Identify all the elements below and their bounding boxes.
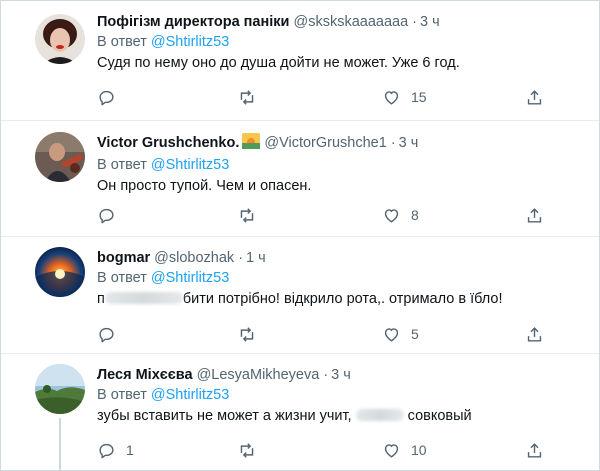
avatar[interactable]	[35, 364, 85, 414]
mention-link[interactable]: @Shtirlitz53	[151, 387, 229, 403]
reply-icon	[97, 441, 116, 460]
share-button[interactable]	[525, 440, 544, 460]
like-count: 8	[411, 207, 419, 223]
avatar[interactable]	[35, 132, 85, 182]
share-icon	[525, 206, 544, 225]
tweet-text: Судя по нему оно до душа дойти не может.…	[97, 55, 460, 71]
author-name[interactable]: bogmar	[97, 250, 150, 266]
retweet-button[interactable]	[237, 324, 257, 344]
share-icon	[525, 88, 544, 107]
retweet-icon	[237, 325, 257, 344]
retweet-icon	[237, 88, 257, 107]
author-handle[interactable]: @skskskaaaaaaa	[293, 14, 408, 30]
mention-link[interactable]: @Shtirlitz53	[151, 34, 229, 50]
share-icon	[525, 325, 544, 344]
author-name[interactable]: Victor Grushchenko.	[97, 135, 239, 151]
retweet-icon	[237, 206, 257, 225]
share-icon	[525, 441, 544, 460]
like-count: 10	[411, 442, 427, 458]
tweet-actions: 8	[1, 205, 599, 225]
tweet-text-start: п	[97, 291, 105, 307]
sunset-emoji-icon	[242, 133, 261, 154]
avatar[interactable]	[35, 247, 85, 297]
tweet-replies-panel: Пофігізм директора паніки @skskskaaaaaaa ·…	[0, 0, 600, 471]
author-handle[interactable]: @LesyaMikheyeva	[197, 367, 320, 383]
redacted-blur	[355, 409, 404, 421]
reply-context: В ответ @Shtirlitz53	[97, 156, 579, 174]
reply-count: 1	[126, 442, 134, 458]
separator-dot: ·	[390, 135, 396, 151]
tweet-card[interactable]: Victor Grushchenko. @VictorGrushche1 · 3 ч …	[1, 121, 599, 237]
reply-prefix: В ответ	[97, 34, 147, 50]
tweet-text: зубы вставить не может а жизни учит, сов…	[97, 407, 579, 426]
share-button[interactable]	[525, 87, 544, 107]
mention-link[interactable]: @Shtirlitz53	[151, 157, 229, 173]
separator-dot: ·	[412, 14, 417, 30]
timestamp[interactable]: 3 ч	[331, 367, 351, 383]
tweet-actions: 5	[1, 324, 599, 344]
author-handle[interactable]: @VictorGrushche1	[264, 135, 386, 151]
tweet-text-rest: бити потрібно! відкрило рота,. отримало …	[182, 291, 503, 307]
like-count: 5	[411, 326, 419, 342]
share-button[interactable]	[525, 324, 544, 344]
tweet-text-rest: совковый	[407, 408, 472, 424]
reply-button[interactable]	[97, 324, 116, 344]
tweet-actions: 1 10	[1, 440, 599, 460]
reply-prefix: В ответ	[97, 387, 147, 403]
tweet-actions: 15	[1, 87, 599, 107]
reply-icon	[97, 206, 116, 225]
timestamp[interactable]: 3 ч	[399, 135, 419, 151]
reply-icon	[97, 88, 116, 107]
heart-icon	[382, 441, 401, 460]
author-handle[interactable]: @slobozhak	[154, 250, 234, 266]
share-button[interactable]	[525, 205, 544, 225]
tweet-card[interactable]: Пофігізм директора паніки @skskskaaaaaaa ·…	[1, 1, 599, 121]
timestamp[interactable]: 3 ч	[420, 14, 440, 30]
reply-button[interactable]: 1	[97, 440, 134, 460]
author-name[interactable]: Пофігізм директора паніки	[97, 14, 289, 30]
heart-icon	[382, 206, 401, 225]
reply-context: В ответ @Shtirlitz53	[97, 269, 579, 287]
like-button[interactable]: 15	[382, 87, 427, 107]
retweet-button[interactable]	[237, 205, 257, 225]
like-button[interactable]: 8	[382, 205, 419, 225]
separator-dot: ·	[323, 367, 329, 383]
tweet-text: п бити потрібно! відкрило рота,. отримало…	[97, 290, 579, 309]
reply-button[interactable]	[97, 87, 116, 107]
tweet-text-start: зубы вставить не может а жизни учит,	[97, 408, 352, 424]
like-button[interactable]: 5	[382, 324, 419, 344]
retweet-button[interactable]	[237, 87, 257, 107]
reply-context: В ответ @Shtirlitz53	[97, 33, 579, 51]
heart-icon	[382, 88, 401, 107]
retweet-button[interactable]	[237, 440, 257, 460]
reply-button[interactable]	[97, 205, 116, 225]
tweet-card[interactable]: Леся Міхєєва @LesyaMikheyeva · 3 ч В ответ …	[1, 354, 599, 470]
heart-icon	[382, 325, 401, 344]
retweet-icon	[237, 441, 257, 460]
tweet-text: Он просто тупой. Чем и опасен.	[97, 178, 312, 194]
reply-prefix: В ответ	[97, 270, 147, 286]
timestamp[interactable]: 1 ч	[246, 250, 266, 266]
author-name[interactable]: Леся Міхєєва	[97, 367, 193, 383]
mention-link[interactable]: @Shtirlitz53	[151, 270, 229, 286]
reply-icon	[97, 325, 116, 344]
redacted-blur	[104, 292, 183, 304]
avatar[interactable]	[35, 14, 85, 64]
separator-dot: ·	[238, 250, 244, 266]
like-count: 15	[411, 89, 427, 105]
tweet-card[interactable]: bogmar @slobozhak · 1 ч В ответ @Shtirlitz5…	[1, 237, 599, 354]
reply-context: В ответ @Shtirlitz53	[97, 386, 579, 404]
like-button[interactable]: 10	[382, 440, 427, 460]
reply-prefix: В ответ	[97, 157, 147, 173]
